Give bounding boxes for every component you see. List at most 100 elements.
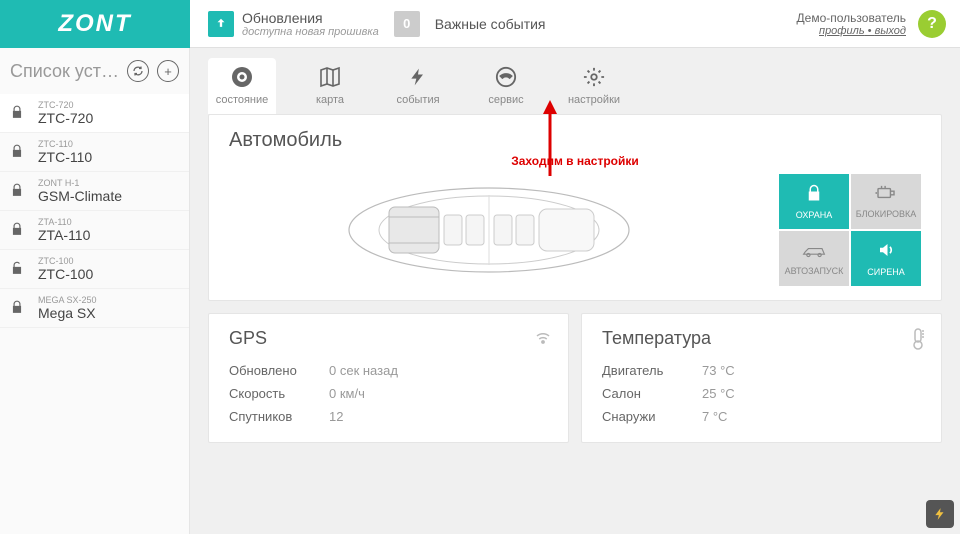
lock-icon xyxy=(10,182,28,201)
info-key: Снаружи xyxy=(602,409,702,424)
logout-link[interactable]: выход xyxy=(875,25,906,37)
car-button-label: БЛОКИРОВКА xyxy=(856,209,917,219)
events-badge[interactable]: 0 xyxy=(394,11,420,37)
lock-icon xyxy=(10,104,28,123)
car-button-engine[interactable]: БЛОКИРОВКА xyxy=(851,174,921,229)
signal-icon xyxy=(534,328,552,347)
info-row: Салон25 °C xyxy=(602,382,921,405)
logo-text: ZONT xyxy=(58,10,131,38)
sidebar-header: Список устро... + xyxy=(0,48,189,94)
device-label: ZTA-110 xyxy=(38,227,90,243)
car-button-grid: ОХРАНА БЛОКИРОВКА АВТОЗАПУСК СИРЕНА xyxy=(779,174,921,286)
logo[interactable]: ZONT xyxy=(0,0,190,48)
device-item[interactable]: ZTC-100ZTC-100 xyxy=(0,250,189,289)
info-value: 7 °C xyxy=(702,409,727,424)
device-label: ZTC-720 xyxy=(38,110,93,126)
info-value: 0 км/ч xyxy=(329,386,365,401)
events-label: Важные события xyxy=(435,16,546,32)
tab-label: карта xyxy=(316,94,344,106)
info-row: Скорость0 км/ч xyxy=(229,382,548,405)
updates-subtitle: доступна новая прошивка xyxy=(242,26,379,38)
info-value: 25 °C xyxy=(702,386,735,401)
device-sublabel: ZTA-110 xyxy=(38,217,90,227)
updates-block[interactable]: Обновления доступна новая прошивка xyxy=(208,10,379,38)
sidebar-title: Список устро... xyxy=(10,61,119,82)
service-icon xyxy=(493,64,519,90)
info-value: 0 сек назад xyxy=(329,363,398,378)
device-sublabel: ZTC-720 xyxy=(38,100,93,110)
info-key: Скорость xyxy=(229,386,329,401)
device-label: ZTC-110 xyxy=(38,149,92,165)
gps-title: GPS xyxy=(229,328,548,349)
tab-label: сервис xyxy=(488,94,523,106)
info-row: Обновлено0 сек назад xyxy=(229,359,548,382)
lock-icon xyxy=(10,143,28,162)
temperature-card: Температура Двигатель73 °CСалон25 °CСнар… xyxy=(581,313,942,443)
car-button-siren[interactable]: СИРЕНА xyxy=(851,231,921,286)
car-button-label: ОХРАНА xyxy=(796,210,833,220)
info-key: Салон xyxy=(602,386,702,401)
profile-link[interactable]: профиль xyxy=(819,25,865,37)
device-sublabel: ZTC-110 xyxy=(38,139,92,149)
flash-badge[interactable] xyxy=(926,500,954,528)
lock-icon xyxy=(10,260,28,279)
annotation: Заходим в настройки xyxy=(229,154,921,168)
device-item[interactable]: MEGA SX-250Mega SX xyxy=(0,289,189,328)
car-icon xyxy=(802,242,826,263)
tab-service[interactable]: сервис xyxy=(472,58,540,114)
help-button[interactable]: ? xyxy=(918,10,946,38)
engine-icon xyxy=(875,185,897,206)
info-value: 12 xyxy=(329,409,343,424)
car-icon xyxy=(344,175,634,285)
device-sublabel: ZONT H-1 xyxy=(38,178,122,188)
tab-label: события xyxy=(396,94,439,106)
info-row: Спутников12 xyxy=(229,405,548,428)
tabs: состояние карта события сервис настройки xyxy=(190,48,960,114)
tab-map[interactable]: карта xyxy=(296,58,364,114)
car-button-label: СИРЕНА xyxy=(867,267,904,277)
lock-icon xyxy=(10,221,28,240)
tab-state[interactable]: состояние xyxy=(208,58,276,114)
siren-icon xyxy=(876,241,896,264)
content: Автомобиль Заходим в настройки xyxy=(190,114,960,534)
add-device-button[interactable]: + xyxy=(157,60,179,82)
car-button-car[interactable]: АВТОЗАПУСК xyxy=(779,231,849,286)
device-list: ZTC-720ZTC-720ZTC-110ZTC-110ZONT H-1GSM-… xyxy=(0,94,189,328)
state-icon xyxy=(229,64,255,90)
settings-icon xyxy=(581,64,607,90)
car-button-lock[interactable]: ОХРАНА xyxy=(779,174,849,229)
car-button-label: АВТОЗАПУСК xyxy=(785,266,844,276)
device-label: GSM-Climate xyxy=(38,188,122,204)
events-icon xyxy=(405,64,431,90)
device-item[interactable]: ZONT H-1GSM-Climate xyxy=(0,172,189,211)
device-label: Mega SX xyxy=(38,305,97,321)
car-card: Автомобиль Заходим в настройки xyxy=(208,114,942,301)
gps-card: GPS Обновлено0 сек назадСкорость0 км/чСп… xyxy=(208,313,569,443)
temperature-title: Температура xyxy=(602,328,921,349)
tab-events[interactable]: события xyxy=(384,58,452,114)
info-value: 73 °C xyxy=(702,363,735,378)
info-key: Обновлено xyxy=(229,363,329,378)
tab-settings[interactable]: настройки xyxy=(560,58,628,114)
device-label: ZTC-100 xyxy=(38,266,93,282)
lock-icon xyxy=(805,184,823,207)
map-icon xyxy=(317,64,343,90)
info-row: Двигатель73 °C xyxy=(602,359,921,382)
device-sublabel: MEGA SX-250 xyxy=(38,295,97,305)
info-key: Спутников xyxy=(229,409,329,424)
main: состояние карта события сервис настройки Авт… xyxy=(190,48,960,534)
user-name: Демо-пользователь xyxy=(797,11,906,25)
user-block: Демо-пользователь профиль • выход xyxy=(797,11,906,37)
info-row: Снаружи7 °C xyxy=(602,405,921,428)
tab-label: состояние xyxy=(216,94,269,106)
header-mid: Обновления доступна новая прошивка 0 Важ… xyxy=(190,10,797,38)
sidebar: Список устро... + ZTC-720ZTC-720ZTC-110Z… xyxy=(0,48,190,534)
refresh-button[interactable] xyxy=(127,60,149,82)
car-figure xyxy=(229,175,749,285)
device-item[interactable]: ZTA-110ZTA-110 xyxy=(0,211,189,250)
device-item[interactable]: ZTC-110ZTC-110 xyxy=(0,133,189,172)
info-key: Двигатель xyxy=(602,363,702,378)
upload-icon xyxy=(208,11,234,37)
device-item[interactable]: ZTC-720ZTC-720 xyxy=(0,94,189,133)
lock-icon xyxy=(10,299,28,318)
